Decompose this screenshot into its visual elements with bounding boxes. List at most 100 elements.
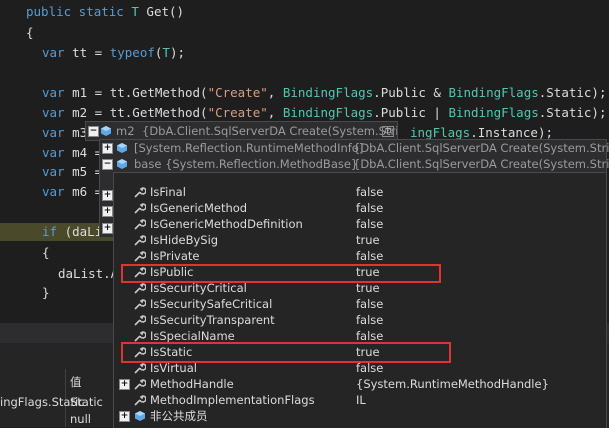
property-value: false	[356, 313, 384, 327]
property-value: IL	[356, 393, 366, 407]
code-text: m4 =	[64, 145, 103, 160]
collapse-icon[interactable]: −	[102, 159, 113, 170]
property-wrench-icon	[134, 379, 146, 390]
keyword: var	[42, 85, 65, 100]
property-name: IsGenericMethodDefinition	[150, 217, 303, 231]
property-name: IsHideBySig	[150, 233, 219, 247]
keyword: if	[42, 224, 58, 239]
property-wrench-icon	[134, 363, 146, 374]
keyword: var	[42, 45, 65, 60]
datatip-row[interactable]: − base {System.Reflection.MethodBase} {D…	[100, 156, 609, 172]
pin-icon[interactable]: ⊡	[382, 126, 394, 137]
property-name: IsPrivate	[150, 249, 200, 263]
keyword: var	[42, 184, 65, 199]
property-value: false	[356, 217, 384, 231]
code-text: );	[169, 45, 186, 60]
code-text: Get()	[138, 4, 185, 19]
code-text: ,	[267, 105, 283, 120]
datatip-var-name: m2	[116, 124, 135, 138]
property-value: {System.RuntimeMethodHandle}	[356, 377, 549, 391]
field-icon	[117, 143, 127, 153]
type-name: BindingFlags	[282, 105, 374, 120]
keyword: public static	[26, 4, 124, 19]
property-row[interactable]: IsSecuritySafeCritical false	[114, 296, 606, 312]
property-row[interactable]: IsFinal false	[114, 184, 606, 200]
code-text: m6 =	[64, 184, 103, 199]
type-name: BindingFlags	[282, 85, 374, 100]
code-line-m3: var m3	[42, 123, 87, 142]
property-wrench-icon	[134, 187, 146, 198]
code-line-m4: var m4 =	[42, 143, 102, 162]
keyword: var	[42, 125, 65, 140]
locals-value-header: 值	[70, 375, 82, 389]
property-value: false	[356, 185, 384, 199]
keyword: var	[42, 164, 65, 179]
code-text: tt =	[64, 45, 110, 60]
datatip-row-name: [System.Reflection.RuntimeMethodInfo]	[134, 141, 364, 155]
expand-icon[interactable]: +	[102, 190, 113, 201]
code-text: .Static);	[538, 105, 607, 120]
locals-row-value[interactable]: null	[70, 411, 91, 428]
datatip-row-value: {DbA.Client.SqlServerDA Create(System.St…	[353, 157, 609, 171]
code-line-typeof: var tt = typeof(T);	[42, 43, 185, 62]
keyword: typeof	[109, 45, 155, 60]
code-text: .Instance);	[470, 125, 554, 140]
expand-icon[interactable]: +	[102, 223, 113, 234]
code-line-m2: var m2 = tt.GetMethod("Create", BindingF…	[42, 103, 606, 122]
property-wrench-icon	[134, 251, 146, 262]
code-line-m6: var m6 =	[42, 182, 102, 201]
code-line-brace: {	[26, 25, 34, 40]
keyword: var	[42, 145, 65, 160]
expand-icon[interactable]: +	[119, 411, 130, 422]
code-text: m5 =	[64, 164, 103, 179]
field-icon	[101, 126, 111, 136]
type-name: T	[131, 4, 139, 19]
property-row[interactable]: IsPrivate false	[114, 248, 606, 264]
highlight-box-isstatic	[121, 342, 451, 363]
type-name: BindingFlags	[448, 85, 539, 100]
code-text: .Static);	[538, 85, 607, 100]
string-literal: "Create"	[207, 85, 268, 100]
type-name: BindingFlags	[448, 105, 539, 120]
code-text: ,	[267, 85, 283, 100]
datatip-header[interactable]: − m2 {DbA.Client.SqlServerDA Create(Syst…	[85, 121, 398, 141]
datatip-row[interactable]: + [System.Reflection.RuntimeMethodInfo] …	[100, 140, 609, 156]
property-row[interactable]: MethodImplementationFlags IL	[114, 392, 606, 408]
property-name: 非公共成员	[150, 409, 208, 423]
code-text: m3	[64, 125, 88, 140]
property-row[interactable]: IsSecurityTransparent false	[114, 312, 606, 328]
keyword: var	[42, 105, 65, 120]
code-text: m2 = tt.GetMethod(	[64, 105, 208, 120]
property-name: MethodHandle	[150, 377, 234, 391]
property-row[interactable]: IsGenericMethod false	[114, 200, 606, 216]
property-value: false	[356, 201, 384, 215]
highlight-box-ispublic	[121, 264, 441, 283]
datatip-children[interactable]: + [System.Reflection.RuntimeMethodInfo] …	[99, 139, 609, 174]
property-wrench-icon	[134, 203, 146, 214]
expand-icon[interactable]: +	[102, 206, 113, 217]
expand-icon[interactable]: +	[119, 379, 130, 390]
property-row[interactable]: IsGenericMethodDefinition false	[114, 216, 606, 232]
datatip-row-name: base {System.Reflection.MethodBase}	[134, 157, 359, 171]
type-name: T	[162, 45, 170, 60]
property-value: true	[356, 233, 380, 247]
datatip-var-value: {DbA.Client.SqlServerDA Create(System.St…	[142, 124, 398, 138]
members-icon	[135, 411, 145, 421]
collapse-icon[interactable]: −	[88, 126, 99, 137]
property-wrench-icon	[134, 219, 146, 230]
property-row[interactable]: + MethodHandle {System.RuntimeMethodHandle…	[114, 376, 606, 392]
property-wrench-icon	[134, 395, 146, 406]
property-row[interactable]: + 非公共成员	[114, 408, 606, 424]
property-name: IsSecurityTransparent	[150, 313, 275, 327]
datatip-properties[interactable]: IsFinal false IsGenericMethod false IsGeneri…	[113, 172, 607, 428]
property-wrench-icon	[134, 299, 146, 310]
property-wrench-icon	[134, 331, 146, 342]
expand-icon[interactable]: +	[102, 143, 113, 154]
code-line-brace-close: }	[42, 285, 50, 300]
locals-row-value[interactable]: Static	[70, 394, 103, 411]
property-value: false	[356, 297, 384, 311]
property-row[interactable]: IsHideBySig true	[114, 232, 606, 248]
property-wrench-icon	[134, 315, 146, 326]
property-name: MethodImplementationFlags	[150, 393, 315, 407]
code-text: .Public &	[373, 85, 449, 100]
